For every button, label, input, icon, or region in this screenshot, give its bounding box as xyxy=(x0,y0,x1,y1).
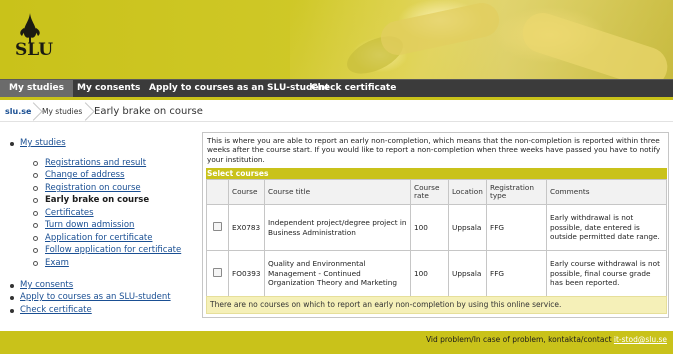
course-comment: Early withdrawal is not possible, date e… xyxy=(546,204,667,251)
circle-bullet-icon xyxy=(33,223,38,228)
footer-contact: Vid problem/In case of problem, kontakta… xyxy=(426,335,667,344)
page: SLU My studies My consents Apply to cour… xyxy=(0,0,673,354)
table-row: EX0783 Independent project/degree projec… xyxy=(206,204,667,251)
column-header-course-title: Course title xyxy=(264,179,411,205)
course-comment: Early course withdrawal is not possible,… xyxy=(546,250,667,297)
breadcrumb: slu.se My studies Early brake on course xyxy=(0,101,673,122)
nav-check-certificate[interactable]: Check certificate xyxy=(311,80,396,97)
sidebar-item-application-for-certificate[interactable]: Application for certificate xyxy=(45,233,152,244)
footer-email-link[interactable]: it-stod@slu.se xyxy=(614,335,667,344)
intro-text: This is where you are able to report an … xyxy=(207,136,661,164)
notice-message: There are no courses on which to report … xyxy=(206,296,667,314)
column-header-course-rate: Course rate xyxy=(410,179,449,205)
circle-bullet-icon xyxy=(33,248,38,253)
breadcrumb-separator-icon xyxy=(30,102,40,121)
column-header-registration-type: Registration type xyxy=(486,179,547,205)
header-banner: SLU xyxy=(0,0,673,79)
sidebar-item-early-brake-current: Early brake on course xyxy=(45,195,150,205)
logo-text: SLU xyxy=(15,40,54,60)
circle-bullet-icon xyxy=(33,211,38,216)
column-header-select xyxy=(206,179,229,205)
nav-accent-bar xyxy=(0,97,673,100)
sidebar-item-exam[interactable]: Exam xyxy=(45,258,69,269)
column-header-course: Course xyxy=(228,179,265,205)
select-cell xyxy=(206,250,229,297)
table-header-row: Course Course title Course rate Location… xyxy=(206,179,667,205)
circle-bullet-icon xyxy=(33,186,38,191)
sidebar-item-check-certificate[interactable]: Check certificate xyxy=(20,305,92,316)
circle-bullet-icon xyxy=(33,261,38,266)
bullet-icon xyxy=(10,296,14,300)
breadcrumb-current: Early brake on course xyxy=(94,106,203,117)
main-navigation: My studies My consents Apply to courses … xyxy=(0,79,673,97)
select-courses-header: Select courses xyxy=(206,168,667,179)
sidebar-item-turn-down-admission[interactable]: Turn down admission xyxy=(45,220,134,231)
main-panel: This is where you are able to report an … xyxy=(202,132,669,318)
sidebar-item-registration-on-course[interactable]: Registration on course xyxy=(45,183,141,194)
course-rate: 100 xyxy=(410,204,449,251)
breadcrumb-separator-icon xyxy=(82,102,92,121)
course-location: Uppsala xyxy=(448,204,487,251)
sidebar-item-my-studies[interactable]: My studies xyxy=(20,138,66,149)
circle-bullet-icon xyxy=(33,173,38,178)
nav-my-studies[interactable]: My studies xyxy=(0,80,74,97)
course-title: Quality and Environmental Management - C… xyxy=(264,250,411,297)
course-checkbox[interactable] xyxy=(213,267,222,277)
course-code: EX0783 xyxy=(228,204,265,251)
bullet-icon xyxy=(10,284,14,288)
column-header-location: Location xyxy=(448,179,487,205)
nav-apply-courses[interactable]: Apply to courses as an SLU-student xyxy=(149,80,329,97)
circle-bullet-icon xyxy=(33,161,38,166)
sidebar-item-follow-application[interactable]: Follow application for certificate xyxy=(45,245,181,256)
sidebar-item-certificates[interactable]: Certificates xyxy=(45,208,94,219)
sidebar-item-my-consents[interactable]: My consents xyxy=(20,280,73,291)
course-title: Independent project/degree project in Bu… xyxy=(264,204,411,251)
select-cell xyxy=(206,204,229,251)
course-checkbox[interactable] xyxy=(213,221,222,231)
bullet-icon xyxy=(10,309,14,313)
sidebar-item-registrations-and-result[interactable]: Registrations and result xyxy=(45,158,146,169)
registration-type: FFG xyxy=(486,204,547,251)
table-row: FO0393 Quality and Environmental Managem… xyxy=(206,250,667,297)
course-location: Uppsala xyxy=(448,250,487,297)
registration-type: FFG xyxy=(486,250,547,297)
column-header-comments: Comments xyxy=(546,179,667,205)
circle-bullet-icon xyxy=(33,198,38,203)
bullet-icon xyxy=(10,142,14,146)
course-rate: 100 xyxy=(410,250,449,297)
sidebar-item-apply-courses[interactable]: Apply to courses as an SLU-student xyxy=(20,292,171,303)
course-code: FO0393 xyxy=(228,250,265,297)
nav-my-consents[interactable]: My consents xyxy=(77,80,140,97)
footer: Vid problem/In case of problem, kontakta… xyxy=(0,331,673,354)
sidebar-item-change-of-address[interactable]: Change of address xyxy=(45,170,125,181)
courses-table: Course Course title Course rate Location… xyxy=(206,179,667,297)
footer-contact-label: Vid problem/In case of problem, kontakta… xyxy=(425,335,612,344)
circle-bullet-icon xyxy=(33,236,38,241)
